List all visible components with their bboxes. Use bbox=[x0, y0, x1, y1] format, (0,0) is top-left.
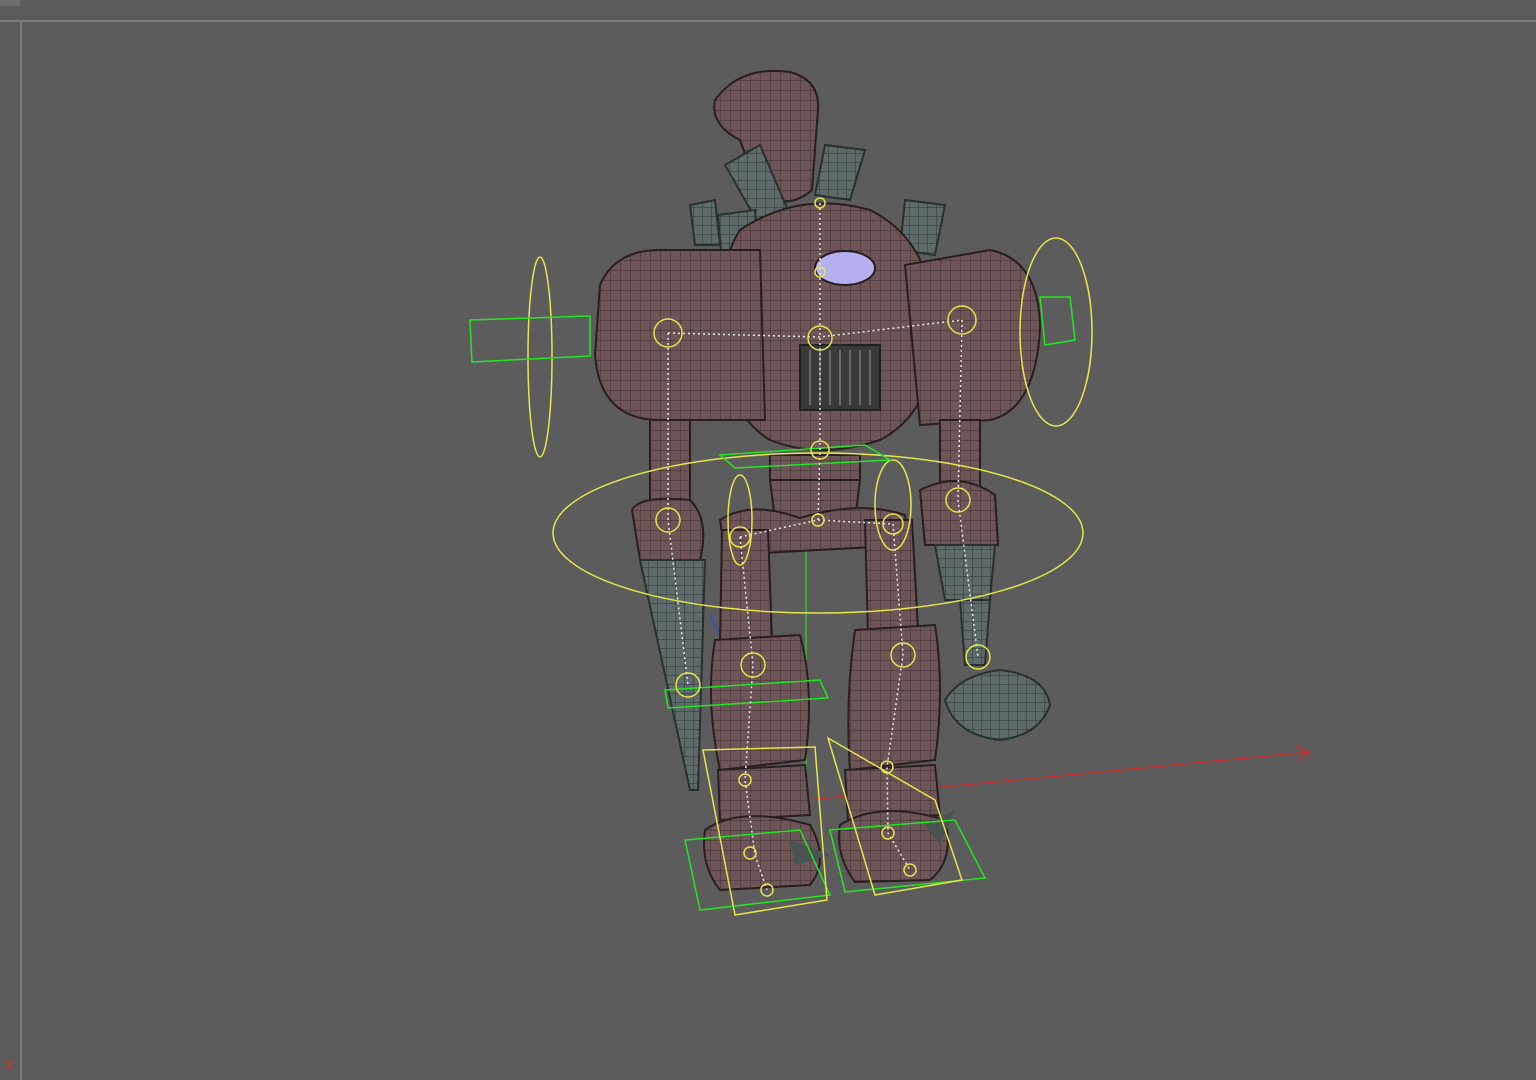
thigh-right bbox=[863, 519, 920, 637]
elbow-right bbox=[918, 480, 1000, 546]
ik-box-arm-left bbox=[469, 315, 591, 363]
wrist-right bbox=[958, 599, 992, 666]
scene-canvas[interactable] bbox=[0, 0, 1536, 1080]
waist-ring bbox=[769, 454, 861, 481]
upper-arm-left bbox=[649, 419, 691, 511]
3d-viewport[interactable]: X bbox=[0, 0, 1536, 1080]
view-axis-label: X bbox=[5, 1059, 14, 1074]
pipe-center bbox=[813, 143, 867, 202]
forearm-right bbox=[933, 544, 997, 601]
thigh-left bbox=[718, 529, 774, 647]
ankle-left bbox=[716, 763, 812, 822]
shoulder-control-left bbox=[527, 256, 553, 458]
robot-mesh[interactable] bbox=[593, 69, 1052, 892]
pipe-far-left bbox=[688, 198, 722, 246]
mace-hand-right bbox=[943, 668, 1052, 742]
ik-box-arm-right bbox=[1039, 296, 1076, 346]
